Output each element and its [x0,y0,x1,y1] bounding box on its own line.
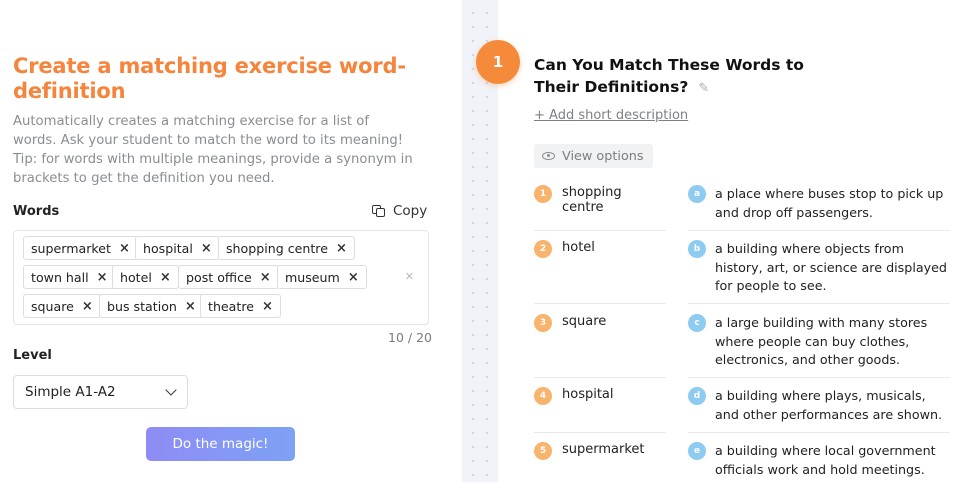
chip-label: town hall [31,269,89,285]
level-select[interactable]: Simple A1-A2 [13,375,188,409]
word-text: shopping centre [562,185,622,215]
definition-item: a a place where buses stop to pick up an… [688,185,950,222]
remove-chip-icon[interactable]: × [336,241,347,256]
remove-chip-icon[interactable]: × [262,299,273,314]
page-title: Create a matching exercise word-definiti… [13,54,406,103]
word-chip-hospital: hospital × [135,236,220,260]
row-divider [688,432,950,433]
level-value: Simple A1-A2 [25,384,116,400]
definition-letter-circle: d [688,387,706,405]
add-description-link[interactable]: + Add short description [534,108,688,123]
definition-item: c a large building with many stores wher… [688,314,950,370]
word-chip-post-office: post office × [178,265,279,289]
definition-letter-circle: e [688,442,706,460]
word-item: 4 hospital [534,387,666,405]
word-counter: 10 / 20 [388,330,432,345]
remove-chip-icon[interactable]: × [260,270,271,285]
word-text: hotel [562,240,595,255]
chip-label: bus station [107,298,177,314]
word-number-circle: 1 [534,185,552,203]
word-number-circle: 5 [534,442,552,460]
remove-chip-icon[interactable]: × [201,241,212,256]
definition-letter-circle: a [688,185,706,203]
chip-label: square [31,298,74,314]
remove-chip-icon[interactable]: × [82,299,93,314]
copy-icon [371,203,387,219]
definition-text: a building where objects from history, a… [715,241,947,293]
word-chip-square: square × [23,294,101,318]
word-chip-town-hall: town hall × [23,265,116,289]
word-item: 3 square [534,314,666,332]
chip-label: supermarket [31,240,111,256]
chevron-down-icon [165,384,177,396]
chip-label: hospital [143,240,193,256]
word-chip-museum: museum × [277,265,367,289]
remove-chip-icon[interactable]: × [97,270,108,285]
level-label: Level [13,348,52,363]
word-text: supermarket [562,442,645,457]
word-chip-shopping-centre: shopping centre × [218,236,355,260]
definition-text: a building where plays, musicals, and ot… [715,388,943,422]
exercise-title[interactable]: Can You Match These Words to Their Defin… [534,54,854,100]
definition-letter-circle: b [688,240,706,258]
word-chip-hotel: hotel × [112,265,179,289]
page-description: Automatically creates a matching exercis… [13,114,413,186]
word-number-circle: 3 [534,314,552,332]
view-options-label: View options [562,148,644,164]
word-item: 2 hotel [534,240,666,258]
words-label: Words [13,204,60,219]
exercise-number-badge: 1 [476,40,520,84]
view-options-button[interactable]: View options [534,144,653,168]
definition-item: d a building where plays, musicals, and … [688,387,950,424]
definition-text: a place where buses stop to pick up and … [715,186,944,220]
definition-text: a large building with many stores where … [715,315,928,367]
chip-label: museum [285,269,340,285]
chip-label: shopping centre [226,240,328,256]
copy-button[interactable]: Copy [371,203,427,219]
definition-item: e a building where local government offi… [688,442,950,479]
word-text: square [562,314,607,329]
edit-pencil-icon[interactable]: ✎ [698,78,709,100]
word-chip-bus-station: bus station × [99,294,204,318]
row-divider [688,303,950,304]
definition-text: a building where local government offici… [715,443,936,477]
remove-chip-icon[interactable]: × [160,270,171,285]
remove-chip-icon[interactable]: × [185,299,196,314]
row-divider [688,377,950,378]
word-item: 5 supermarket [534,442,666,460]
word-chip-theatre: theatre × [200,294,281,318]
copy-label: Copy [393,203,428,219]
word-item: 1 shopping centre [534,185,666,215]
row-divider [534,230,666,231]
remove-chip-icon[interactable]: × [348,270,359,285]
chip-label: hotel [120,269,152,285]
remove-chip-icon[interactable]: × [119,241,130,256]
definition-item: b a building where objects from history,… [688,240,950,296]
chip-label: theatre [208,298,254,314]
exercise-title-text: Can You Match These Words to Their Defin… [534,56,804,96]
row-divider [534,432,666,433]
do-the-magic-button[interactable]: Do the magic! [146,427,295,461]
word-number-circle: 4 [534,387,552,405]
row-divider [688,230,950,231]
word-chip-supermarket: supermarket × [23,236,138,260]
word-text: hospital [562,387,614,402]
eye-icon [542,152,555,160]
row-divider [534,303,666,304]
word-number-circle: 2 [534,240,552,258]
definition-letter-circle: c [688,314,706,332]
chip-label: post office [186,269,252,285]
clear-all-icon[interactable]: × [405,268,414,285]
row-divider [534,377,666,378]
